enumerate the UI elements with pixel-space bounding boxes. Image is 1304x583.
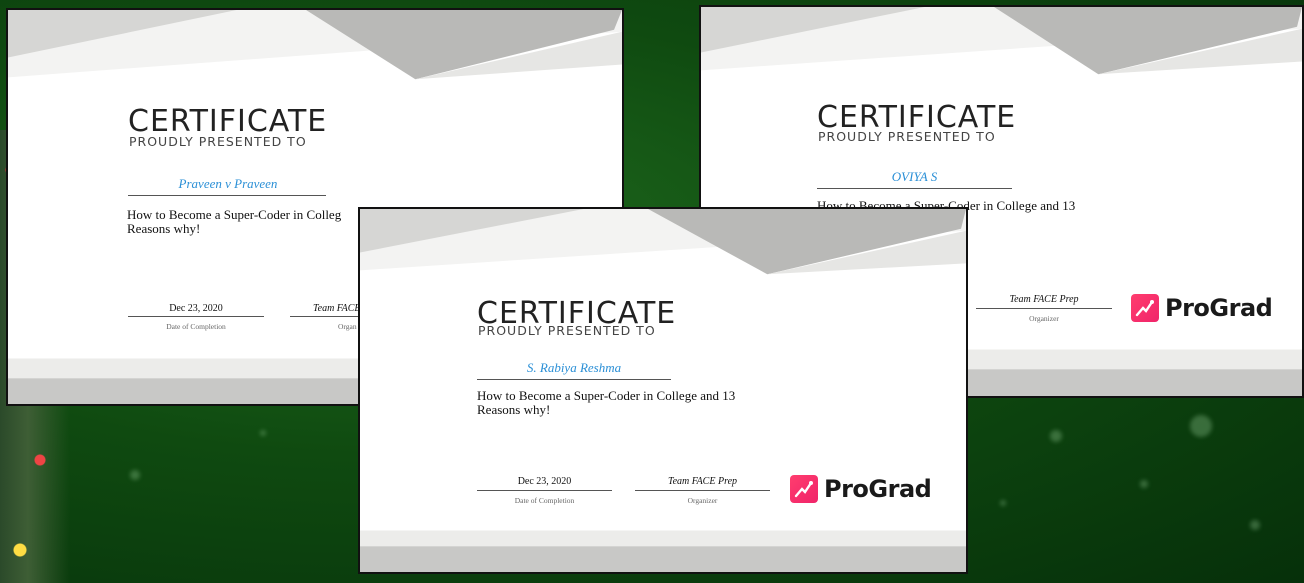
organizer-underline — [976, 308, 1112, 309]
bokeh-light — [1050, 430, 1062, 442]
bokeh-light — [1190, 415, 1212, 437]
prograd-logo-icon — [1131, 294, 1159, 322]
completion-date: Dec 23, 2020 — [169, 303, 223, 314]
prograd-wordmark: ProGrad — [1165, 294, 1273, 322]
certificate-title: CERTIFICATE — [128, 104, 328, 139]
recipient-name: S. Rabiya Reshma — [526, 360, 622, 375]
prograd-logo-icon — [790, 475, 818, 503]
bokeh-light — [130, 470, 140, 480]
course-title-line: Reasons why! — [477, 401, 551, 417]
organizer-name: Team FACE Prep — [667, 476, 738, 487]
recipient-name: Praveen v Praveen — [178, 176, 278, 191]
certificate-subtitle: PROUDLY PRESENTED TO — [818, 129, 996, 144]
bokeh-light — [1140, 480, 1148, 488]
certificate-subtitle: PROUDLY PRESENTED TO — [478, 323, 656, 338]
bokeh-light — [260, 430, 266, 436]
organizer-name: Team FACE Prep — [1009, 294, 1079, 305]
prograd-logo: ProGrad — [1131, 294, 1273, 322]
prograd-wordmark: ProGrad — [824, 475, 932, 503]
date-underline — [477, 490, 612, 491]
recipient-underline — [128, 195, 326, 196]
certificate-subtitle: PROUDLY PRESENTED TO — [129, 134, 307, 149]
recipient-underline — [477, 379, 671, 380]
recipient-underline — [817, 188, 1012, 189]
course-title-line: How to Become a Super-Coder in College a… — [477, 388, 736, 403]
completion-date: Dec 23, 2020 — [517, 476, 572, 487]
organizer-underline — [635, 490, 770, 491]
recipient-name: OVIYA S — [891, 169, 938, 184]
bokeh-light — [1250, 520, 1260, 530]
organizer-caption: Organizer — [1029, 314, 1059, 323]
certificate-card: CERTIFICATE PROUDLY PRESENTED TO S. Rabi… — [358, 207, 968, 574]
date-caption: Date of Completion — [514, 496, 575, 505]
date-caption: Date of Completion — [166, 322, 226, 331]
course-title: How to Become a Super-Coder in College a… — [477, 389, 797, 416]
date-underline — [128, 316, 264, 317]
bokeh-light — [1000, 500, 1006, 506]
organizer-caption: Organizer — [687, 496, 718, 505]
prograd-logo: ProGrad — [790, 475, 932, 503]
